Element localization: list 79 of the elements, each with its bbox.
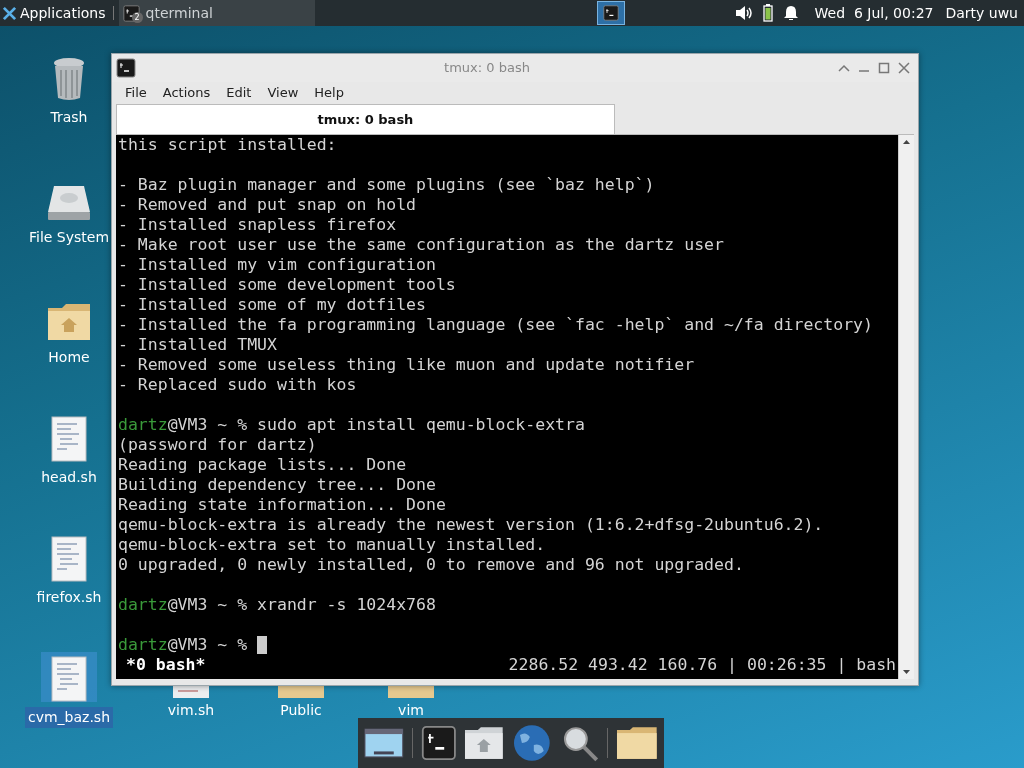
text-file-icon — [51, 416, 87, 462]
window-title: tmux: 0 bash — [443, 59, 531, 78]
terminal-line: - Removed some useless thing like muon and update notifier — [118, 355, 696, 375]
menu-item[interactable]: View — [267, 83, 299, 103]
menu-item[interactable]: File — [125, 83, 147, 103]
user-name[interactable]: Darty uwu — [945, 2, 1018, 24]
terminal-line: @VM3 ~ % sudo apt install qemu-block-extra — [167, 415, 585, 435]
terminal-line: - Installed some of my dotfiles — [118, 295, 427, 315]
maximize-icon[interactable] — [878, 62, 890, 74]
prompt-user: dartz — [118, 595, 168, 615]
scrollbar[interactable] — [898, 135, 914, 679]
tmux-status: 2286.52 493.42 160.76 | 00:26:35 | bash — [508, 655, 896, 675]
applications-menu[interactable]: Applications — [0, 0, 108, 26]
terminal-icon — [602, 5, 619, 21]
terminal-line: @VM3 ~ % — [167, 635, 249, 655]
terminal-line: (password for dartz) — [118, 435, 318, 455]
terminal-line: 0 upgraded, 0 newly installed, 0 to remove and 96 not upgraded. — [118, 555, 745, 575]
globe-icon[interactable] — [512, 723, 552, 763]
icon-label[interactable]: Public — [280, 702, 322, 718]
desktop-icon[interactable]: Trash — [26, 52, 112, 172]
terminal-line: qemu-block-extra set to manually installed. — [118, 535, 547, 555]
icon-label: head.sh — [40, 468, 98, 487]
prompt-user: dartz — [118, 415, 168, 435]
folder-icon — [278, 686, 324, 698]
volume-icon[interactable] — [734, 5, 753, 21]
terminal-line: - Installed TMUX — [118, 335, 278, 355]
shade-icon[interactable] — [838, 63, 850, 73]
desktop-icon[interactable]: head.sh — [26, 412, 112, 532]
terminal-line: - Installed the fa programming language (see `fac -help` and ~/fa directory) — [118, 315, 874, 335]
workspace-button[interactable] — [596, 1, 625, 25]
terminal-line: this script installed: — [118, 135, 338, 155]
home-folder-icon[interactable] — [464, 726, 505, 760]
terminal-line: - Make root user use the same configuration as the dartz user — [118, 235, 725, 255]
terminal-line: - Installed snapless firefox — [118, 215, 398, 235]
terminal-line: - Installed my vim configuration — [118, 255, 437, 275]
tmux-window-label: *0 bash* — [126, 655, 206, 675]
window-count-badge: 2 — [131, 12, 143, 23]
terminal-line: - Installed some development tools — [118, 275, 457, 295]
text-file-icon — [51, 536, 87, 582]
icon-label[interactable]: vim.sh — [167, 702, 215, 718]
terminal-line: qemu-block-extra is already the newest version (1:6.2+dfsg-2ubuntu6.2). — [118, 515, 825, 535]
prompt-user: dartz — [118, 635, 168, 655]
terminal-line: Building dependency tree... Done — [118, 475, 437, 495]
bell-icon[interactable] — [782, 5, 799, 21]
terminal-line: - Baz plugin manager and some plugins (see `baz help`) — [118, 175, 656, 195]
menu-icon — [2, 5, 17, 21]
desktop-icon[interactable]: firefox.sh — [26, 532, 112, 652]
folder-icon[interactable] — [616, 726, 658, 760]
icon-label: Home — [47, 348, 91, 367]
close-icon[interactable] — [898, 62, 910, 74]
window-icon[interactable] — [364, 727, 404, 759]
terminal-icon — [116, 58, 136, 78]
tab[interactable]: tmux: 0 bash — [116, 104, 615, 134]
text-cursor — [257, 636, 268, 654]
terminal-line: Reading package lists... Done — [118, 455, 408, 475]
icon-label: Trash — [49, 108, 89, 127]
terminal-line: - Replaced sudo with kos — [118, 375, 358, 395]
icon-label: firefox.sh — [35, 588, 103, 607]
text-file-icon — [51, 656, 87, 702]
terminal-line: @VM3 ~ % xrandr -s 1024x768 — [167, 595, 436, 615]
hard-drive-icon — [46, 184, 92, 222]
menu-item[interactable]: Help — [314, 83, 344, 103]
home-folder-icon — [46, 302, 92, 342]
terminal-icon — [122, 4, 140, 22]
battery-icon[interactable] — [762, 4, 773, 22]
icon-label[interactable]: vim — [398, 702, 424, 718]
desktop-icon[interactable]: Home — [26, 292, 112, 412]
desktop-icon[interactable]: File System — [26, 172, 112, 292]
trash-icon — [51, 56, 87, 102]
menu-item[interactable]: Actions — [162, 83, 211, 103]
folder-icon — [388, 686, 434, 698]
menu-item[interactable]: Edit — [226, 83, 252, 103]
terminal-line: Reading state information... Done — [118, 495, 447, 515]
clock[interactable]: Wed 6 Jul, 00:27 — [814, 2, 934, 24]
taskbar-button[interactable]: 2 qterminal — [118, 0, 315, 26]
icon-label: cvm_baz.sh — [24, 707, 114, 728]
icon-label: File System — [27, 228, 111, 247]
terminal-line: - Removed and put snap on hold — [118, 195, 417, 215]
terminal-icon — [420, 725, 457, 761]
